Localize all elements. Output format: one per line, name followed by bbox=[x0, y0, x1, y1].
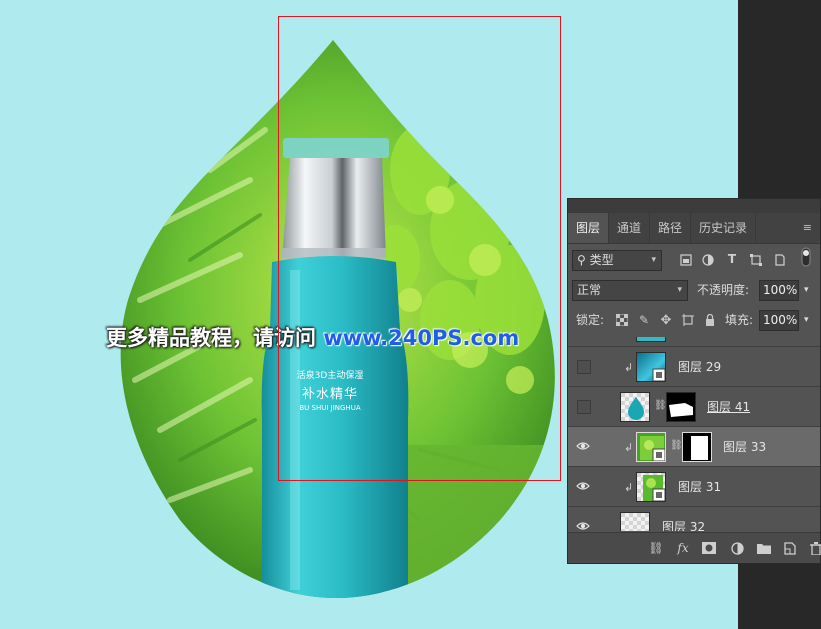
tab-history[interactable]: 历史记录 bbox=[691, 213, 757, 243]
layer-thumbnail bbox=[636, 337, 666, 342]
adjustment-filter-icon[interactable] bbox=[700, 252, 716, 268]
selection-rectangle[interactable] bbox=[278, 16, 561, 481]
layer-row-selected[interactable]: ↲ ⛓ 图层 33 bbox=[568, 427, 820, 467]
tab-paths[interactable]: 路径 bbox=[650, 213, 692, 243]
opacity-label: 不透明度: bbox=[697, 283, 750, 297]
layers-list: ↲ 图层 29 ⛓ 图层 41 ↲ ⛓ 图层 33 ↲ 图层 31 图层 32 bbox=[568, 337, 820, 531]
layer-thumbnail bbox=[636, 432, 666, 462]
panel-header-bar[interactable] bbox=[568, 199, 820, 213]
search-icon: ⚲ bbox=[577, 253, 586, 267]
eye-icon[interactable] bbox=[576, 439, 590, 453]
layer-filter-select[interactable]: ⚲ 类型 ▾ bbox=[572, 250, 662, 271]
panel-footer: ⛓ fx bbox=[568, 532, 821, 563]
fill-label: 填充: bbox=[725, 313, 754, 327]
layer-row[interactable]: 图层 32 bbox=[568, 507, 820, 531]
tab-channels[interactable]: 通道 bbox=[609, 213, 651, 243]
layer-row[interactable]: ↲ 图层 29 bbox=[568, 347, 820, 387]
visibility-toggle[interactable] bbox=[577, 360, 591, 374]
chevron-down-icon: ▾ bbox=[677, 285, 682, 295]
blend-mode-select[interactable]: 正常 ▾ bbox=[572, 280, 688, 301]
fx-icon[interactable]: fx bbox=[675, 540, 691, 556]
link-chain-icon[interactable]: ⛓ bbox=[654, 400, 667, 411]
layer-name[interactable]: 图层 41 bbox=[707, 398, 750, 415]
layer-row[interactable] bbox=[568, 337, 820, 347]
layer-row[interactable]: ⛓ 图层 41 bbox=[568, 387, 820, 427]
layer-thumbnail bbox=[620, 392, 650, 422]
layer-row[interactable]: ↲ 图层 31 bbox=[568, 467, 820, 507]
layer-name[interactable]: 图层 31 bbox=[678, 478, 721, 495]
layers-panel: 图层 通道 路径 历史记录 ≡ ⚲ 类型 ▾ T 正常 ▾ 不透明度: 100%… bbox=[567, 198, 821, 564]
layer-mask-thumbnail bbox=[682, 432, 712, 462]
layer-filter-value: 类型 bbox=[589, 253, 614, 267]
adjustment-icon[interactable] bbox=[729, 540, 745, 556]
link-chain-icon[interactable]: ⛓ bbox=[670, 440, 683, 451]
lock-all-icon[interactable] bbox=[702, 312, 718, 328]
layer-thumbnail bbox=[620, 512, 650, 531]
eye-icon[interactable] bbox=[576, 479, 590, 493]
eye-icon[interactable] bbox=[576, 519, 590, 531]
clipping-arrow-icon: ↲ bbox=[624, 481, 634, 494]
chevron-down-icon: ▾ bbox=[651, 255, 656, 265]
tab-layers[interactable]: 图层 bbox=[568, 213, 610, 243]
layer-mask-thumbnail bbox=[666, 392, 696, 422]
smart-object-filter-icon[interactable] bbox=[772, 252, 788, 268]
folder-icon[interactable] bbox=[756, 540, 772, 556]
link-icon[interactable]: ⛓ bbox=[648, 540, 664, 556]
trash-icon[interactable] bbox=[808, 540, 821, 556]
lock-transparent-icon[interactable] bbox=[614, 312, 630, 328]
clipping-arrow-icon: ↲ bbox=[624, 361, 634, 374]
chevron-down-icon[interactable]: ▾ bbox=[804, 310, 809, 330]
panel-tabs: 图层 通道 路径 历史记录 ≡ bbox=[568, 213, 820, 244]
type-filter-icon[interactable]: T bbox=[724, 251, 740, 267]
chevron-down-icon[interactable]: ▾ bbox=[804, 280, 809, 300]
pixel-filter-icon[interactable] bbox=[678, 252, 694, 268]
layer-name[interactable]: 图层 32 bbox=[662, 518, 705, 531]
layer-name[interactable]: 图层 29 bbox=[678, 358, 721, 375]
blend-mode-value: 正常 bbox=[577, 283, 602, 297]
filter-toggle-icon[interactable] bbox=[798, 247, 814, 267]
panel-menu-icon[interactable]: ≡ bbox=[795, 213, 820, 243]
opacity-input[interactable]: 100% bbox=[759, 280, 799, 301]
lock-position-icon[interactable]: ✥ bbox=[658, 312, 674, 328]
shape-filter-icon[interactable] bbox=[748, 252, 764, 268]
new-layer-icon[interactable] bbox=[782, 540, 798, 556]
lock-pixels-icon[interactable]: ✎ bbox=[636, 312, 652, 328]
fill-input[interactable]: 100% bbox=[759, 310, 799, 331]
layer-thumbnail bbox=[636, 352, 666, 382]
lock-label: 锁定: bbox=[576, 313, 605, 327]
clipping-arrow-icon: ↲ bbox=[624, 441, 634, 454]
layer-thumbnail bbox=[636, 472, 666, 502]
visibility-toggle[interactable] bbox=[577, 400, 591, 414]
lock-artboard-icon[interactable] bbox=[680, 312, 696, 328]
mask-icon[interactable] bbox=[701, 540, 717, 556]
layer-name[interactable]: 图层 33 bbox=[723, 438, 766, 455]
